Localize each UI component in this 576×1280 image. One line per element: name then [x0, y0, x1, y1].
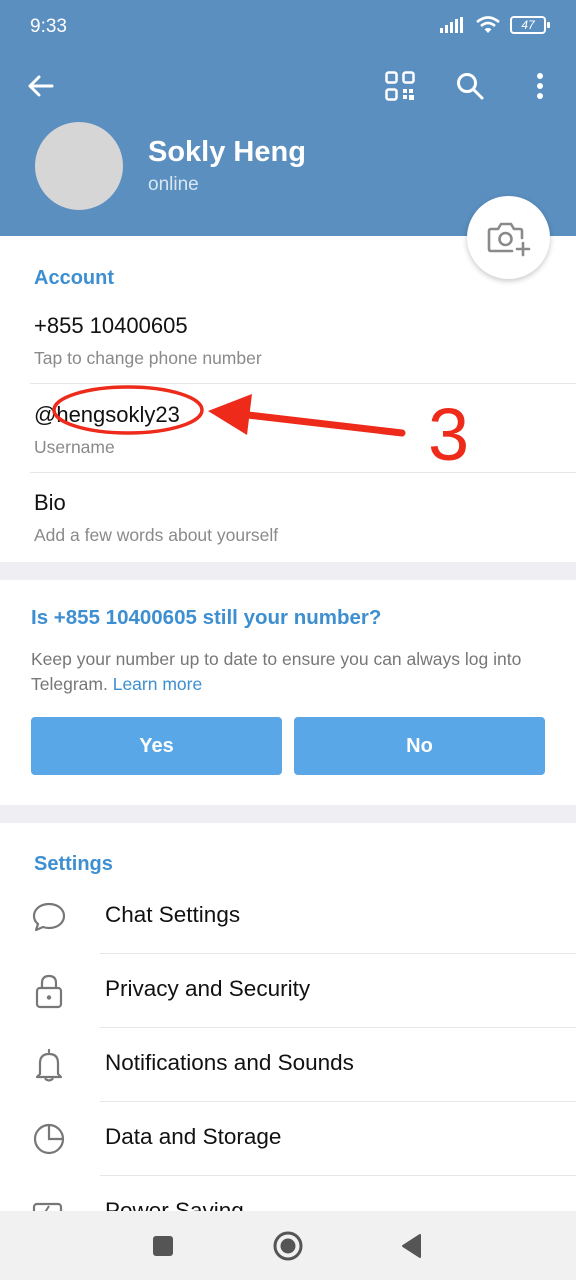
back-arrow-icon	[28, 75, 54, 97]
set-photo-button[interactable]	[467, 196, 550, 279]
settings-section: Settings Chat Settings Privacy and Secur…	[0, 823, 576, 1211]
annotation-arrow-head	[208, 394, 252, 435]
settings-item-label: Chat Settings	[105, 902, 241, 927]
chat-bubble-icon	[30, 898, 68, 936]
signal-icon	[440, 17, 463, 33]
settings-item-power-saving[interactable]: Power Saving	[0, 1176, 576, 1211]
settings-item-data-storage[interactable]: Data and Storage	[0, 1102, 576, 1176]
pie-chart-icon	[30, 1120, 68, 1158]
online-status: online	[148, 174, 199, 195]
settings-item-label: Privacy and Security	[105, 976, 311, 1001]
phone-number: +855 10400605	[34, 313, 188, 338]
settings-item-label: Data and Storage	[105, 1124, 282, 1149]
settings-item-notifications[interactable]: Notifications and Sounds	[0, 1028, 576, 1102]
status-icons: 47	[440, 16, 550, 34]
settings-item-chat[interactable]: Chat Settings	[0, 880, 576, 954]
settings-item-label: Notifications and Sounds	[105, 1050, 354, 1075]
number-check-text: Keep your number up to date to ensure yo…	[31, 647, 551, 697]
number-check-title: Is +855 10400605 still your number?	[31, 606, 382, 629]
bio-label: Bio	[34, 490, 66, 515]
annotation-overlay	[52, 385, 406, 437]
qr-code-icon	[385, 71, 415, 101]
more-options-button[interactable]	[522, 68, 558, 104]
more-vertical-icon	[537, 73, 543, 99]
add-photo-camera-icon	[487, 222, 530, 256]
avatar[interactable]	[35, 122, 123, 210]
back-triangle-icon	[402, 1234, 421, 1258]
account-section-title: Account	[34, 267, 114, 289]
settings-item-label: Power Saving	[105, 1198, 244, 1211]
lock-icon	[30, 972, 68, 1010]
wifi-icon	[476, 16, 500, 33]
annotation-step-number: 3	[428, 393, 470, 476]
system-navigation-bar	[0, 1211, 576, 1280]
annotation-arrow-shaft	[244, 411, 406, 437]
no-button[interactable]: No	[294, 717, 545, 775]
profile-name: Sokly Heng	[148, 136, 306, 168]
settings-section-title: Settings	[34, 853, 113, 875]
qr-code-button[interactable]	[382, 68, 418, 104]
search-icon	[457, 73, 484, 100]
phone-number-hint: Tap to change phone number	[34, 348, 262, 368]
battery-saver-icon	[30, 1194, 68, 1211]
recent-apps-button[interactable]	[145, 1228, 181, 1264]
settings-item-privacy[interactable]: Privacy and Security	[0, 954, 576, 1028]
search-button[interactable]	[452, 68, 488, 104]
home-button[interactable]	[270, 1228, 306, 1264]
back-nav-button[interactable]	[393, 1228, 429, 1264]
battery-indicator: 47	[510, 16, 550, 34]
square-icon	[153, 1236, 173, 1256]
back-button[interactable]	[22, 68, 58, 104]
number-check-body: Keep your number up to date to ensure yo…	[31, 649, 522, 694]
yes-button[interactable]: Yes	[31, 717, 282, 775]
bio-hint: Add a few words about yourself	[34, 525, 279, 545]
bell-icon	[30, 1046, 68, 1084]
status-time: 9:33	[30, 16, 67, 37]
highlight-ellipse	[52, 385, 204, 435]
home-circle-icon	[273, 1231, 303, 1261]
learn-more-link[interactable]: Learn more	[113, 674, 203, 694]
